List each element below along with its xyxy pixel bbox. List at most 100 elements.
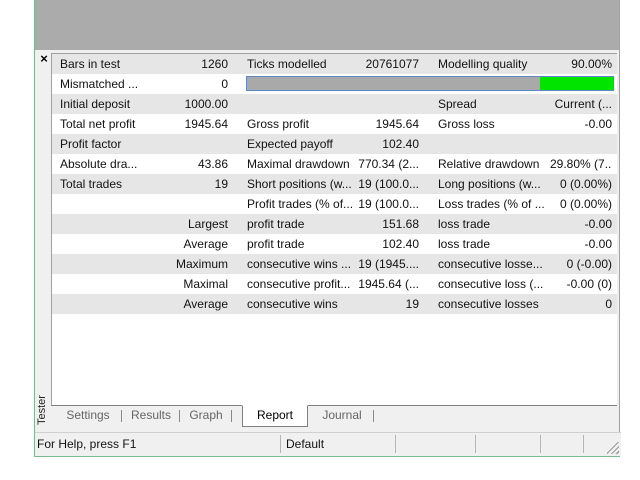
report-label-col2: Gross profit bbox=[247, 117, 310, 131]
report-value-col5: 29.80% (7... bbox=[550, 157, 612, 171]
report-value-col1: Average bbox=[183, 237, 228, 251]
report-row: Average profit trade 102.40 loss trade -0.00 bbox=[52, 234, 617, 254]
tab-settings[interactable]: Settings bbox=[55, 406, 121, 426]
report-value-col1: 1000.00 bbox=[184, 97, 228, 111]
status-separator bbox=[475, 435, 476, 453]
status-help-text: For Help, press F1 bbox=[37, 437, 137, 451]
report-label-col2: profit trade bbox=[247, 217, 305, 231]
report-row: Profit trades (% of... 19 (100.0... Loss t… bbox=[52, 194, 617, 214]
report-value-col3 bbox=[357, 94, 419, 114]
report-label-col4: loss trade bbox=[438, 237, 491, 251]
report-value-col1 bbox=[170, 134, 228, 154]
tab-separator bbox=[179, 410, 180, 422]
report-value-col3: 102.40 bbox=[382, 137, 419, 151]
report-label-col0: Bars in test bbox=[60, 57, 121, 71]
report-label-col0: Mismatched ... bbox=[60, 77, 139, 91]
report-label-col2: Expected payoff bbox=[247, 137, 333, 151]
report-label-col2: consecutive profit... bbox=[247, 277, 351, 291]
report-value-col5: 90.00% bbox=[571, 57, 612, 71]
report-value-col1 bbox=[170, 194, 228, 214]
report-value-col3: 19 (100.0... bbox=[358, 177, 419, 191]
report-label-col4: Long positions (w... bbox=[438, 177, 541, 191]
report-label-col0 bbox=[60, 254, 170, 274]
report-value-col3: 20761077 bbox=[365, 57, 419, 71]
report-value-col5: 0 bbox=[605, 297, 612, 311]
report-value-col1: Largest bbox=[187, 217, 228, 231]
modelling-quality-fill bbox=[539, 77, 613, 90]
report-label-col4: loss trade bbox=[438, 217, 491, 231]
report-label-col0: Total net profit bbox=[60, 117, 136, 131]
chart-area-placeholder bbox=[35, 0, 619, 50]
report-value-col1: 1945.64 bbox=[184, 117, 228, 131]
report-label-col0 bbox=[60, 234, 170, 254]
report-label-col4: consecutive loss (... bbox=[438, 277, 544, 291]
status-separator bbox=[583, 435, 584, 453]
report-value-col3: 19 (100.0... bbox=[358, 197, 419, 211]
report-value-col5: 0 (0.00%) bbox=[559, 177, 612, 191]
report-label-col4: consecutive losses bbox=[438, 297, 539, 311]
report-value-col1: 1260 bbox=[201, 57, 228, 71]
tab-separator bbox=[121, 410, 122, 422]
report-row: Average consecutive wins 19 consecutive los… bbox=[52, 294, 617, 314]
tab-journal[interactable]: Journal bbox=[313, 406, 371, 426]
tester-window: × Tester Bars in test 1260 Ticks modelled 2… bbox=[34, 0, 621, 457]
report-value-col5: -0.00 bbox=[584, 237, 612, 251]
report-value-col5: -0.00 (0) bbox=[566, 277, 612, 291]
report-table: Bars in test 1260 Ticks modelled 20761077 Mo… bbox=[51, 53, 617, 405]
report-value-col3: 1945.64 (... bbox=[358, 277, 419, 291]
report-label-col2: profit trade bbox=[247, 237, 305, 251]
status-separator bbox=[395, 435, 396, 453]
report-label-col4: Gross loss bbox=[438, 117, 495, 131]
report-row: Maximal consecutive profit... 1945.64 (...… bbox=[52, 274, 617, 294]
report-value-col5: -0.00 bbox=[584, 117, 612, 131]
report-label-col2 bbox=[247, 94, 357, 114]
report-row: Maximum consecutive wins ... 19 (1945.... c… bbox=[52, 254, 617, 274]
report-value-col3: 151.68 bbox=[382, 217, 419, 231]
report-value-col1: Maximum bbox=[175, 257, 228, 271]
report-row: Initial deposit 1000.00 Spread Current (... bbox=[52, 94, 617, 114]
status-bar: For Help, press F1 Default bbox=[35, 432, 621, 456]
report-label-col2: Maximal drawdown bbox=[247, 157, 350, 171]
report-row: Absolute dra... 43.86 Maximal drawdown 770.… bbox=[52, 154, 617, 174]
close-icon[interactable]: × bbox=[37, 51, 51, 67]
tab-separator bbox=[373, 410, 374, 422]
report-value-col3: 19 (1945.... bbox=[358, 257, 419, 271]
status-profile: Default bbox=[286, 437, 325, 451]
report-label-col0: Absolute dra... bbox=[60, 157, 138, 171]
report-label-col0 bbox=[60, 274, 170, 294]
status-separator bbox=[280, 435, 281, 453]
report-label-col2: consecutive wins bbox=[247, 297, 338, 311]
status-separator bbox=[540, 435, 541, 453]
report-label-col0 bbox=[60, 214, 170, 234]
report-label-col0: Initial deposit bbox=[60, 97, 131, 111]
report-row: Largest profit trade 151.68 loss trade -0.00 bbox=[52, 214, 617, 234]
resize-grip-icon[interactable] bbox=[607, 442, 619, 454]
report-label-col2: Short positions (w... bbox=[247, 177, 352, 191]
report-label-col0: Profit factor bbox=[60, 137, 122, 151]
report-value-col1: 19 bbox=[214, 177, 228, 191]
report-row: Total net profit 1945.64 Gross profit 1945.… bbox=[52, 114, 617, 134]
report-row: Mismatched ... 0 bbox=[52, 74, 617, 94]
report-value-col5: -0.00 bbox=[584, 217, 612, 231]
report-value-col5: 0 (0.00%) bbox=[559, 197, 612, 211]
tab-graph[interactable]: Graph bbox=[181, 406, 231, 426]
report-value-col3: 102.40 bbox=[382, 237, 419, 251]
report-label-col4: Loss trades (% of ... bbox=[438, 197, 545, 211]
tester-tabs: Settings Results Graph Report Journal bbox=[51, 405, 617, 427]
report-value-col3: 1945.64 bbox=[375, 117, 419, 131]
tab-report[interactable]: Report bbox=[242, 405, 308, 427]
report-label-col4: Relative drawdown bbox=[438, 157, 540, 171]
report-label-col4: Spread bbox=[438, 97, 477, 111]
report-value-col5: Current (... bbox=[554, 97, 612, 111]
report-value-col1: 0 bbox=[221, 77, 228, 91]
report-row: Bars in test 1260 Ticks modelled 20761077 Mo… bbox=[52, 54, 617, 74]
report-label-col2: Profit trades (% of... bbox=[247, 197, 354, 211]
modelling-quality-bar bbox=[246, 76, 614, 91]
tab-results[interactable]: Results bbox=[123, 406, 179, 426]
report-value-col1: 43.86 bbox=[197, 157, 228, 171]
report-value-col3: 770.34 (2... bbox=[358, 157, 419, 171]
report-label-col0: Total trades bbox=[60, 177, 123, 191]
report-label-col2: Ticks modelled bbox=[247, 57, 327, 71]
report-value-col1: Maximal bbox=[183, 277, 228, 291]
tab-separator bbox=[231, 410, 232, 422]
